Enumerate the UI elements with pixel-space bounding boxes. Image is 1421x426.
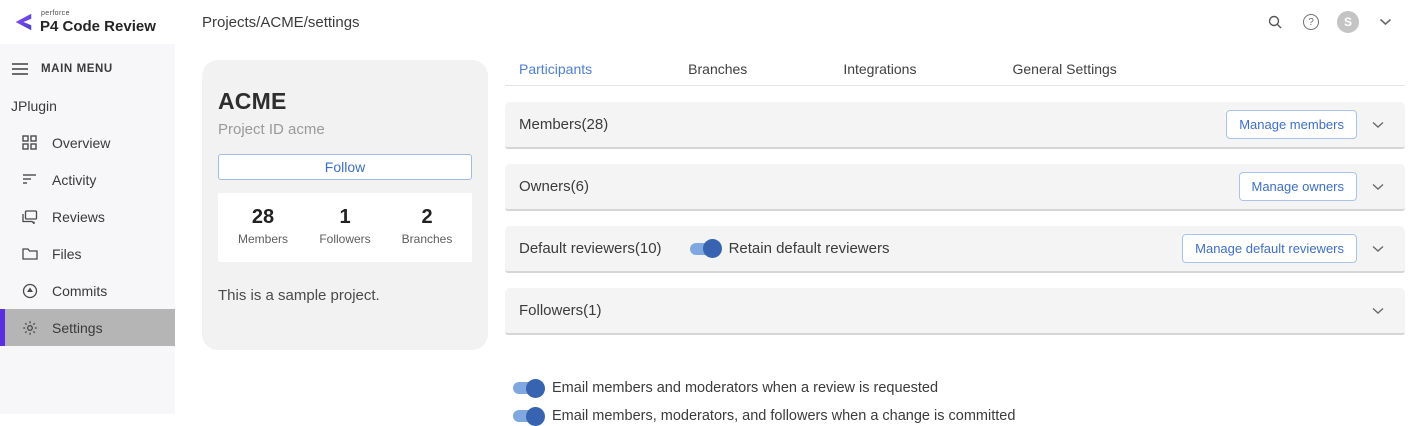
tab-integrations[interactable]: Integrations — [829, 61, 930, 77]
email-review-requested-toggle[interactable] — [513, 378, 545, 398]
logo-app-name: P4 Code Review — [40, 18, 156, 35]
commit-icon — [21, 282, 38, 299]
followers-chevron-down-icon[interactable] — [1365, 307, 1391, 315]
followers-count: 1 — [339, 206, 351, 228]
gear-icon — [21, 319, 38, 336]
owners-chevron-down-icon[interactable] — [1365, 183, 1391, 191]
sidebar-item-overview[interactable]: Overview — [0, 124, 175, 161]
participants-sections: Members(28) Manage members Owners(6) Man… — [505, 102, 1405, 350]
members-section-row: Members(28) Manage members — [505, 102, 1405, 149]
default-reviewers-section-row: Default reviewers(10) Retain default rev… — [505, 226, 1405, 273]
project-name: ACME — [218, 88, 287, 114]
branches-count: 2 — [421, 206, 433, 228]
sidebar: MAIN MENU JPlugin Overview Activity Revi… — [0, 44, 175, 414]
members-chevron-down-icon[interactable] — [1365, 121, 1391, 129]
avatar[interactable]: S — [1337, 11, 1359, 33]
default-reviewers-chevron-down-icon[interactable] — [1365, 245, 1391, 253]
perforce-logo-icon — [12, 11, 34, 33]
tab-branches[interactable]: Branches — [674, 61, 761, 77]
sidebar-item-files[interactable]: Files — [0, 235, 175, 272]
sidebar-item-label: Activity — [52, 171, 97, 188]
sidebar-item-commits[interactable]: Commits — [0, 272, 175, 309]
owners-section-title: Owners(6) — [519, 178, 590, 195]
email-review-requested-label: Email members and moderators when a revi… — [552, 380, 939, 396]
grid-icon — [21, 134, 38, 151]
main-menu-label: MAIN MENU — [41, 62, 113, 75]
jplugin-label: JPlugin — [11, 97, 57, 114]
followers-section-row: Followers(1) — [505, 288, 1405, 335]
sidebar-item-label: Files — [52, 245, 82, 262]
activity-icon — [21, 171, 38, 188]
reviews-icon — [21, 208, 38, 225]
email-change-committed-row: Email members, moderators, and followers… — [513, 406, 1016, 426]
sidebar-item-label: Reviews — [52, 208, 105, 225]
follow-button[interactable]: Follow — [218, 154, 472, 180]
stat-followers: 1 Followers — [304, 206, 386, 246]
project-card: ACME Project ID acme Follow 28 Members 1… — [202, 60, 488, 350]
manage-members-button[interactable]: Manage members — [1226, 110, 1357, 139]
members-label: Members — [237, 232, 288, 246]
project-stats: 28 Members 1 Followers 2 Branches — [218, 193, 472, 262]
sidebar-item-reviews[interactable]: Reviews — [0, 198, 175, 235]
project-id: Project ID acme — [218, 121, 325, 138]
sidebar-item-settings[interactable]: Settings — [0, 309, 175, 346]
manage-default-reviewers-button[interactable]: Manage default reviewers — [1182, 234, 1357, 263]
sidebar-item-activity[interactable]: Activity — [0, 161, 175, 198]
stat-branches: 2 Branches — [386, 206, 468, 246]
account-chevron-down-icon[interactable] — [1375, 12, 1395, 32]
main-content: ACME Project ID acme Follow 28 Members 1… — [175, 44, 1421, 426]
tab-general-settings[interactable]: General Settings — [998, 61, 1130, 77]
app-logo[interactable]: perforce P4 Code Review — [0, 10, 176, 34]
sidebar-item-jplugin[interactable]: JPlugin — [0, 87, 175, 124]
tab-participants[interactable]: Participants — [505, 61, 606, 77]
retain-default-reviewers-label: Retain default reviewers — [728, 240, 890, 257]
stat-members: 28 Members — [222, 206, 304, 246]
settings-tabs: Participants Branches Integrations Gener… — [505, 52, 1405, 86]
followers-label: Followers — [319, 232, 371, 246]
sidebar-item-label: Settings — [52, 319, 103, 336]
email-review-requested-row: Email members and moderators when a revi… — [513, 378, 1015, 398]
members-section-title: Members(28) — [519, 116, 609, 133]
sidebar-item-label: Overview — [52, 134, 111, 151]
logo-perforce-label: perforce — [41, 10, 70, 17]
breadcrumb-title: Projects/ACME/settings — [202, 13, 360, 31]
hamburger-icon — [11, 60, 28, 77]
email-notification-settings: Email members and moderators when a revi… — [513, 378, 1016, 426]
manage-owners-button[interactable]: Manage owners — [1238, 172, 1357, 201]
default-reviewers-section-title: Default reviewers(10) — [519, 240, 662, 257]
owners-section-row: Owners(6) Manage owners — [505, 164, 1405, 211]
email-change-committed-label: Email members, moderators, and followers… — [552, 408, 1016, 424]
top-header: perforce P4 Code Review Projects/ACME/se… — [0, 0, 1421, 44]
followers-section-title: Followers(1) — [519, 302, 602, 319]
folder-icon — [21, 245, 38, 262]
help-icon[interactable]: ? — [1301, 12, 1321, 32]
branches-label: Branches — [401, 232, 453, 246]
retain-default-reviewers-toggle[interactable] — [689, 239, 722, 258]
members-count: 28 — [251, 206, 275, 228]
project-description: This is a sample project. — [218, 287, 380, 304]
sidebar-item-label: Commits — [52, 282, 108, 299]
main-menu-toggle[interactable]: MAIN MENU — [0, 50, 175, 87]
search-icon[interactable] — [1265, 12, 1285, 32]
email-change-committed-toggle[interactable] — [513, 406, 545, 426]
